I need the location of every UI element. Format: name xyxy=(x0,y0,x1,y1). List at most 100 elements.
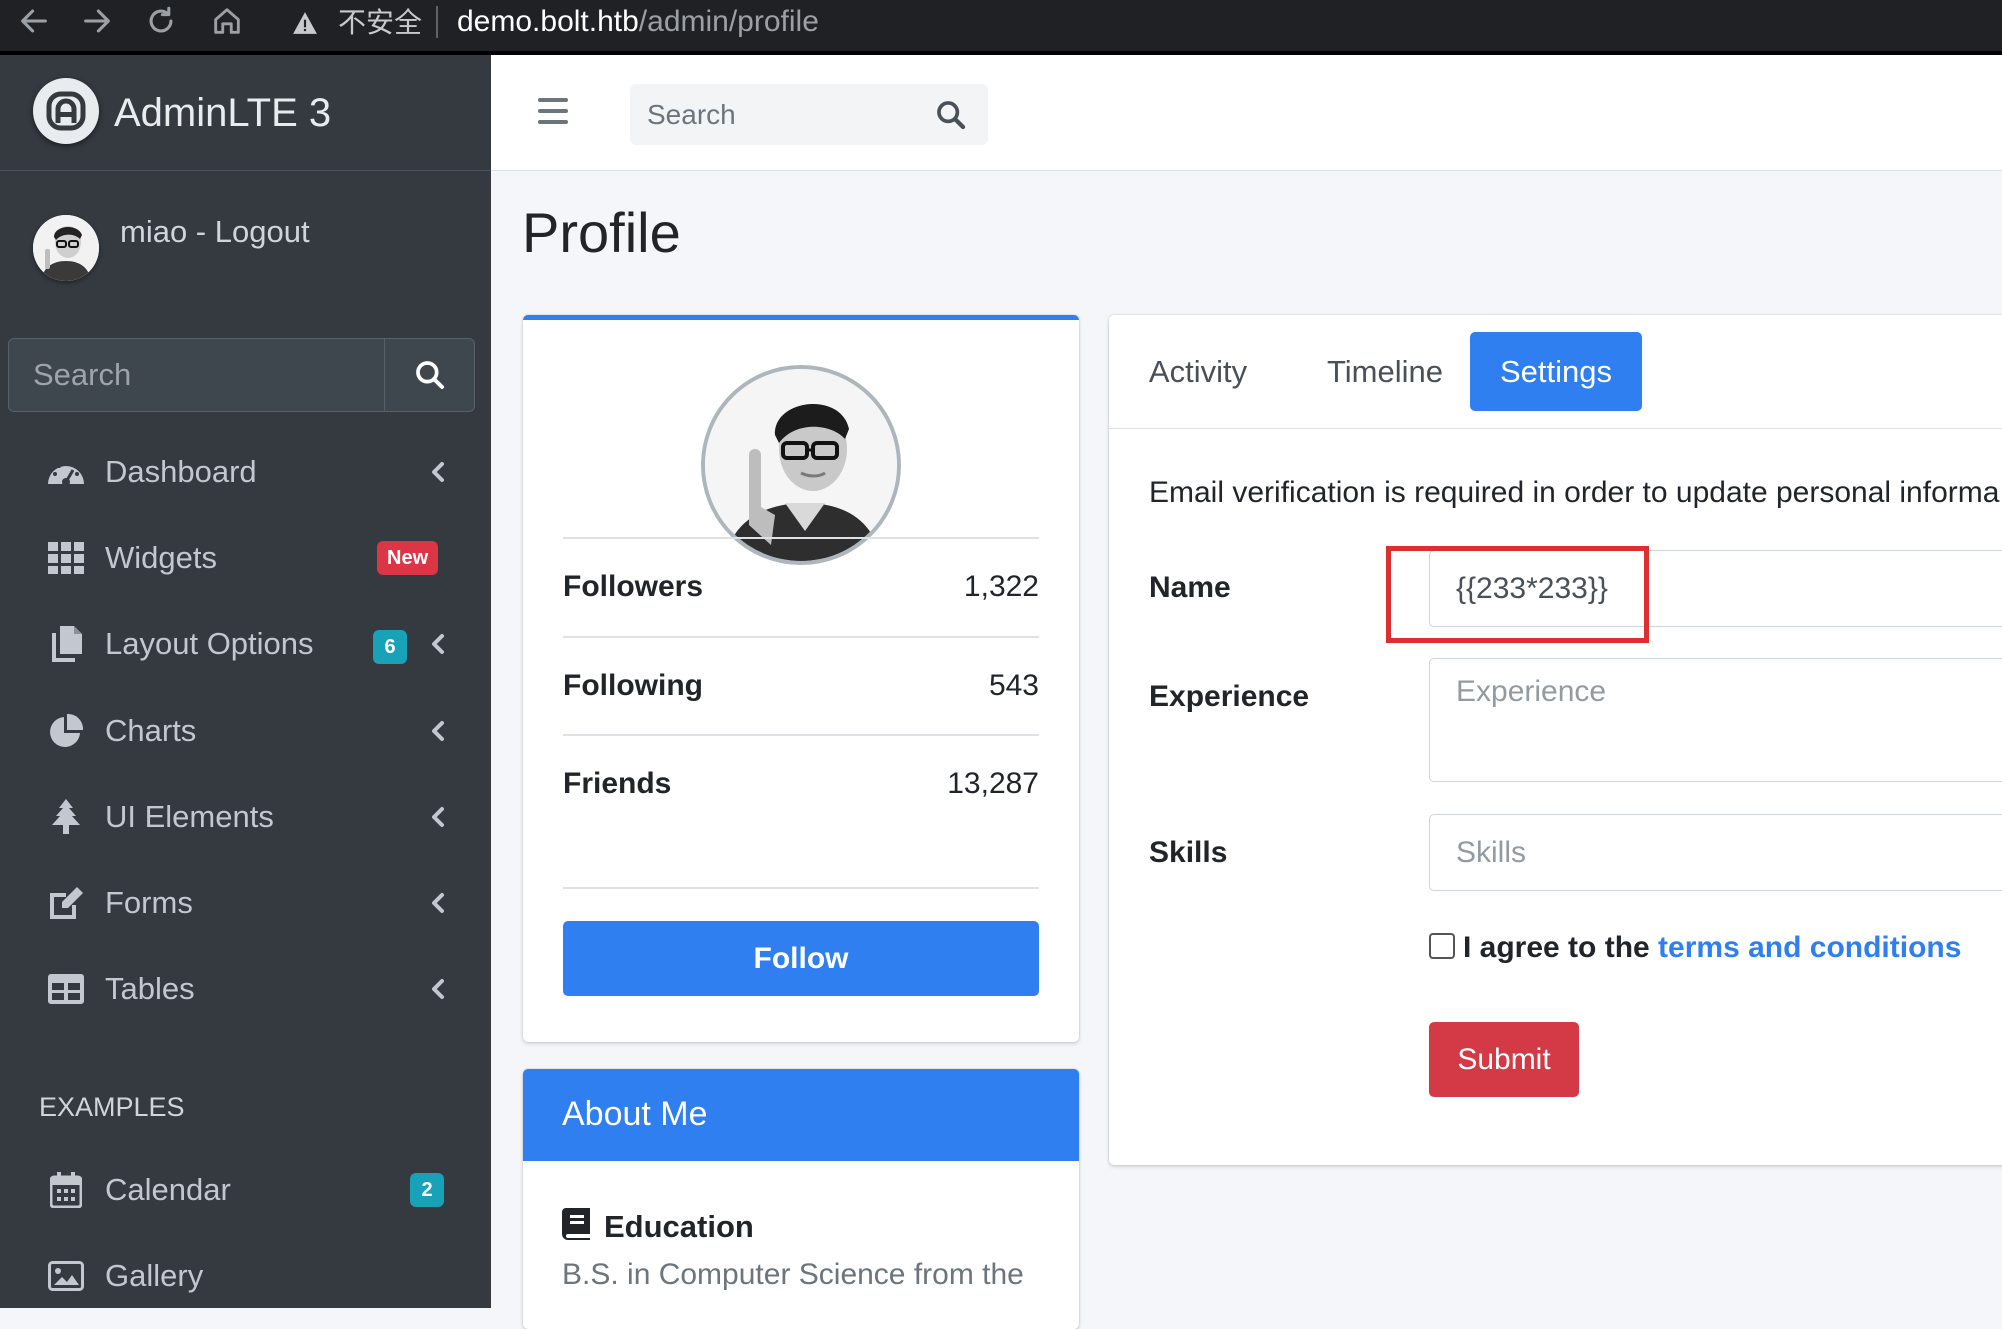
stat-value[interactable]: 1,322 xyxy=(964,567,1039,607)
user-avatar[interactable] xyxy=(33,215,99,281)
navbar-search-input[interactable] xyxy=(630,84,920,145)
friends-row: Friends 13,287 xyxy=(563,734,1039,834)
sidebar-item-gallery[interactable]: Gallery xyxy=(8,1240,475,1312)
search-icon[interactable] xyxy=(934,98,968,132)
submit-button[interactable]: Submit xyxy=(1429,1022,1579,1097)
brand-text: AdminLTE 3 xyxy=(114,91,332,135)
sidebar-item-tables[interactable]: Tables xyxy=(8,953,475,1025)
chevron-left-icon xyxy=(428,803,448,831)
sidebar-item-dashboard[interactable]: Dashboard xyxy=(8,436,475,508)
th-grid-icon xyxy=(46,541,86,575)
sidebar-item-label: Tables xyxy=(105,971,195,1006)
profile-tabs: Activity Timeline Settings xyxy=(1109,315,2002,429)
user-logout-link[interactable]: miao - Logout xyxy=(120,211,310,253)
about-me-card: About Me Education B.S. in Computer Scie… xyxy=(523,1069,1079,1329)
experience-label: Experience xyxy=(1149,680,1310,713)
stat-value[interactable]: 543 xyxy=(989,666,1039,706)
tachometer-icon xyxy=(46,455,86,489)
sidebar-item-charts[interactable]: Charts xyxy=(8,695,475,767)
experience-textarea[interactable] xyxy=(1429,658,2002,782)
url-path: /admin/profile xyxy=(638,5,819,38)
skills-label: Skills xyxy=(1149,836,1228,869)
stat-label: Followers xyxy=(563,570,704,603)
stat-value[interactable]: 13,287 xyxy=(947,764,1039,804)
agree-text: I agree to the xyxy=(1463,931,1659,964)
adminlte-logo-icon xyxy=(33,78,99,144)
education-text: B.S. in Computer Science from the xyxy=(562,1258,1024,1291)
sidebar-item-label: UI Elements xyxy=(105,799,274,834)
search-icon xyxy=(416,361,444,389)
address-bar[interactable]: demo.bolt.htb/admin/profile xyxy=(457,4,819,40)
sidebar-item-label: Gallery xyxy=(105,1258,204,1293)
sidebar-search-input[interactable] xyxy=(9,339,383,411)
sidebar-search xyxy=(8,338,475,412)
about-me-title: About Me xyxy=(562,1095,708,1133)
profile-card: Followers 1,322 Following 543 Friends 13… xyxy=(523,315,1079,1042)
sidebar-item-forms[interactable]: Forms xyxy=(8,867,475,939)
count-badge: 6 xyxy=(373,630,407,664)
insecure-label[interactable]: 不安全 xyxy=(338,6,422,40)
reload-icon[interactable] xyxy=(141,4,181,44)
warning-icon[interactable] xyxy=(292,6,318,44)
sidebar-item-calendar[interactable]: Calendar 2 xyxy=(8,1154,475,1226)
tab-timeline[interactable]: Timeline xyxy=(1299,332,1471,411)
page-title: Profile xyxy=(522,201,681,264)
profile-avatar xyxy=(701,365,901,565)
stats-divider xyxy=(563,887,1039,889)
hamburger-menu-icon[interactable] xyxy=(538,98,568,124)
tree-icon xyxy=(46,799,86,834)
new-badge: New xyxy=(377,541,439,575)
table-icon xyxy=(46,972,86,1006)
count-badge: 2 xyxy=(410,1173,444,1207)
brand-link[interactable]: AdminLTE 3 xyxy=(0,55,491,171)
top-navbar xyxy=(491,55,2002,171)
terms-agreement: I agree to the terms and conditions xyxy=(1429,928,1961,968)
stat-label: Following xyxy=(563,669,703,702)
follow-button[interactable]: Follow xyxy=(563,921,1039,996)
chevron-left-icon xyxy=(428,630,448,658)
stat-label: Friends xyxy=(563,767,672,800)
followers-row: Followers 1,322 xyxy=(563,537,1039,637)
sidebar-item-label: Forms xyxy=(105,885,193,920)
sidebar-item-label: Widgets xyxy=(105,540,217,575)
pie-chart-icon xyxy=(46,713,86,748)
sidebar-search-button[interactable] xyxy=(384,339,475,411)
terms-checkbox[interactable] xyxy=(1429,933,1455,960)
copy-icon xyxy=(46,626,86,662)
sidebar-item-label: Calendar xyxy=(105,1172,231,1207)
home-icon[interactable] xyxy=(207,4,247,44)
skills-input[interactable] xyxy=(1429,814,2002,891)
about-me-header: About Me xyxy=(523,1069,1079,1161)
sidebar-item-label: Dashboard xyxy=(105,454,257,489)
sidebar-item-label: Charts xyxy=(105,713,197,748)
chevron-left-icon xyxy=(428,458,448,486)
browser-toolbar: 不安全 demo.bolt.htb/admin/profile xyxy=(0,0,2002,55)
calendar-icon xyxy=(46,1172,86,1208)
sidebar-item-widgets[interactable]: Widgets New xyxy=(8,522,475,594)
forward-arrow-icon[interactable] xyxy=(77,4,117,44)
name-label: Name xyxy=(1149,571,1231,604)
book-icon xyxy=(562,1207,590,1250)
education-title: Education xyxy=(604,1209,754,1244)
settings-card: Activity Timeline Settings Email verific… xyxy=(1109,315,2002,1165)
image-icon xyxy=(46,1259,86,1293)
following-row: Following 543 xyxy=(563,636,1039,736)
chevron-left-icon xyxy=(428,889,448,917)
url-host: demo.bolt.htb xyxy=(457,5,639,38)
edit-icon xyxy=(46,886,86,920)
sidebar-item-layout-options[interactable]: Layout Options 6 xyxy=(8,608,475,680)
back-arrow-icon[interactable] xyxy=(14,4,54,44)
chevron-left-icon xyxy=(428,975,448,1003)
sidebar-item-label: Layout Options xyxy=(105,626,314,661)
annotation-highlight-box xyxy=(1386,546,1649,643)
tab-settings[interactable]: Settings xyxy=(1470,332,1642,411)
url-separator xyxy=(436,6,438,38)
main-sidebar: AdminLTE 3 miao - Logout Dashboard xyxy=(0,55,491,1308)
sidebar-item-ui-elements[interactable]: UI Elements xyxy=(8,781,475,853)
chevron-left-icon xyxy=(428,717,448,745)
tab-activity[interactable]: Activity xyxy=(1123,332,1273,411)
email-verification-notice: Email verification is required in order … xyxy=(1149,476,2000,509)
sidebar-header-examples: EXAMPLES xyxy=(39,1092,185,1122)
terms-link[interactable]: terms and conditions xyxy=(1658,931,1961,964)
education-heading: Education xyxy=(562,1207,754,1250)
